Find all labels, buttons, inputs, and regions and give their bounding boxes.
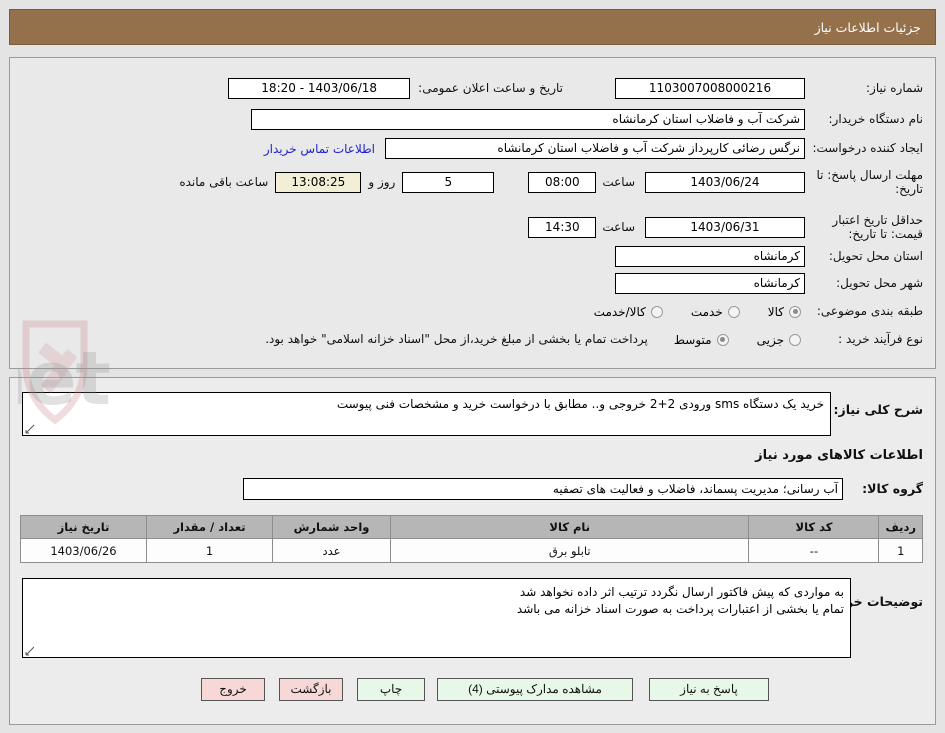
price-validity-date-field: 1403/06/31 [645,216,805,238]
remaining-days-label: روز و [368,174,396,189]
price-validity-time-label: ساعت [602,219,635,234]
goods-section-heading: اطلاعات کالاهای مورد نیاز [755,448,923,463]
th-item-code: کد کالا [748,515,880,539]
process-type-option-0[interactable]: جزیی [757,333,801,347]
process-type-option-1[interactable]: متوسط [674,333,729,347]
price-validity-row: حداقل تاریخ اعتبار قیمت: تا تاریخ: 1403/… [528,213,923,241]
td-row-number: 1 [878,538,923,563]
print-button[interactable]: چاپ [357,678,425,701]
window-title-bar: جزئیات اطلاعات نیاز [9,9,936,45]
buyer-notes-textarea[interactable]: به مواردی که پیش فاکتور ارسال نگردد ترتی… [22,578,851,658]
td-quantity: 1 [146,538,273,563]
need-number-field: 1103007008000216 [615,78,805,99]
need-number-row: شماره نیاز: 1103007008000216 [615,78,923,99]
reply-deadline-label: مهلت ارسال پاسخ: تا تاریخ: [816,168,923,196]
page-title: جزئیات اطلاعات نیاز [814,19,921,35]
back-button[interactable]: بازگشت [279,678,343,701]
countdown-timer-field: 13:08:25 [275,171,362,193]
requester-row: ایجاد کننده درخواست: نرگس رضائی کارپرداز… [264,138,923,159]
buyer-org-row: نام دستگاه خریدار: شرکت آب و فاضلاب استا… [251,109,923,130]
delivery-city-field: کرمانشاه [615,273,805,294]
summary-text: خرید یک دستگاه sms ورودی 2+2 خروجی و.. م… [336,397,824,411]
td-item-name: تابلو برق [389,538,750,563]
announce-datetime-label: تاریخ و ساعت اعلان عمومی: [418,81,563,95]
buyer-notes-line-0: به مواردی که پیش فاکتور ارسال نگردد ترتی… [519,585,844,599]
need-info-panel: شماره نیاز: 1103007008000216 تاریخ و ساع… [0,57,936,425]
summary-label: شرح کلی نیاز: [833,402,923,417]
announce-datetime-field: 1403/06/18 - 18:20 [228,78,411,99]
delivery-city-row: شهر محل تحویل: کرمانشاه [615,273,923,294]
th-unit: واحد شمارش [272,515,391,539]
radio-icon[interactable] [650,305,663,318]
remaining-days-field: 5 [402,171,495,193]
price-validity-label: حداقل تاریخ اعتبار قیمت: تا تاریخ: [832,213,923,241]
table-row: 1 -- تابلو برق عدد 1 1403/06/26 [20,538,923,563]
category-row: طبقه بندی موضوعی: کالا خدمت کالا/خدمت [594,304,923,319]
th-quantity: تعداد / مقدار [146,515,273,539]
th-row-number: ردیف [878,515,923,539]
radio-icon[interactable] [789,333,801,346]
requester-label: ایجاد کننده درخواست: [812,141,923,155]
process-type-label: نوع فرآیند خرید : [838,332,923,346]
requester-field: نرگس رضائی کارپرداز شرکت آب و فاضلاب است… [385,138,805,159]
process-type-note: پرداخت تمام یا بخشی از مبلغ خرید،از محل … [265,332,648,346]
buyer-contact-link[interactable]: اطلاعات تماس خریدار [264,142,375,156]
reply-deadline-time-label: ساعت [602,174,635,189]
process-type-row: نوع فرآیند خرید : جزیی متوسط پرداخت تمام… [265,332,923,347]
buyer-org-field: شرکت آب و فاضلاب استان کرمانشاه [251,109,805,130]
buyer-notes-line-1: تمام یا بخشی از اعتبارات پرداخت به صورت … [516,602,844,616]
exit-button[interactable]: خروج [201,678,265,701]
td-need-date: 1403/06/26 [20,538,147,563]
th-need-date: تاریخ نیاز [20,515,147,539]
need-details-panel: شرح کلی نیاز: خرید یک دستگاه sms ورودی 2… [9,377,936,725]
view-attachments-button[interactable]: مشاهده مدارک پیوستی (4) [437,678,633,701]
td-unit: عدد [272,538,391,563]
goods-group-field: آب رسانی؛ مدیریت پسماند، فاضلاب و فعالیت… [243,478,843,500]
respond-to-need-button[interactable]: پاسخ به نیاز [649,678,769,701]
buyer-org-label: نام دستگاه خریدار: [828,112,924,126]
reply-deadline-time-field: 08:00 [528,171,597,193]
radio-icon[interactable] [716,333,729,346]
delivery-province-row: استان محل تحویل: کرمانشاه [615,246,923,267]
category-option-0-label: کالا [767,304,784,319]
process-type-option-0-label: جزیی [756,332,784,347]
category-option-1-label: خدمت [690,304,723,319]
th-item-name: نام کالا [389,515,750,539]
td-item-code: -- [748,538,880,563]
price-validity-time-field: 14:30 [528,216,597,238]
radio-icon[interactable] [789,305,801,318]
delivery-province-label: استان محل تحویل: [828,249,923,263]
reply-deadline-date-field: 1403/06/24 [645,171,805,193]
buyer-notes-label: توضیحات خریدار: [817,594,923,609]
category-option-2-label: کالا/خدمت [593,304,646,319]
category-option-2[interactable]: کالا/خدمت [594,305,663,319]
category-label: طبقه بندی موضوعی: [816,304,923,318]
goods-group-label: گروه کالا: [862,481,923,496]
delivery-city-label: شهر محل تحویل: [836,276,923,290]
goods-table: ردیف کد کالا نام کالا واحد شمارش تعداد /… [20,515,923,563]
delivery-province-field: کرمانشاه [615,246,805,267]
process-type-option-1-label: متوسط [673,332,712,347]
category-option-0[interactable]: کالا [768,305,801,319]
category-option-1[interactable]: خدمت [691,305,740,319]
remaining-hours-label: ساعت باقی مانده [179,174,269,189]
summary-textarea[interactable]: خرید یک دستگاه sms ورودی 2+2 خروجی و.. م… [22,392,831,436]
table-header-row: ردیف کد کالا نام کالا واحد شمارش تعداد /… [20,515,923,539]
need-number-label: شماره نیاز: [866,81,923,95]
resize-grip-icon[interactable] [25,424,35,434]
resize-grip-icon[interactable] [25,646,35,656]
radio-icon[interactable] [727,305,740,318]
announce-datetime-row: تاریخ و ساعت اعلان عمومی: 1403/06/18 - 1… [228,78,563,99]
reply-deadline-row: مهلت ارسال پاسخ: تا تاریخ: 1403/06/24 سا… [179,168,923,196]
